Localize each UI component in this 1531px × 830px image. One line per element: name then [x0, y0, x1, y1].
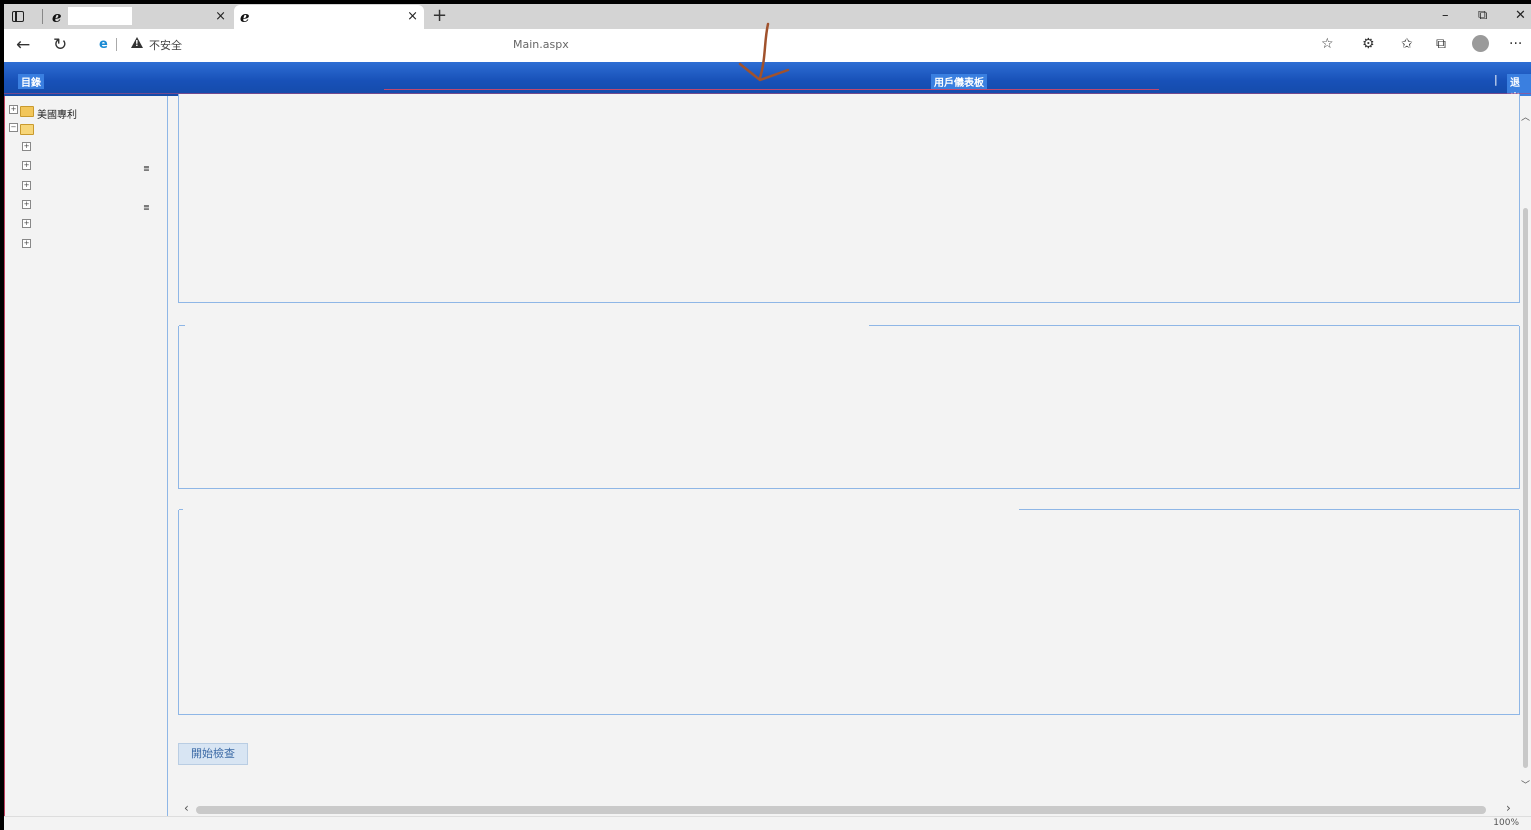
start-check-button[interactable]: 開始檢查	[178, 743, 248, 765]
tree-collapse-icon[interactable]: −	[9, 123, 18, 132]
profile-avatar[interactable]	[1472, 35, 1489, 52]
url-text: Main.aspx	[513, 38, 569, 51]
tree-item-us-patents[interactable]: 美國專利	[37, 106, 77, 121]
horizontal-scrollbar[interactable]: ‹ ›	[168, 801, 1520, 816]
favorites-icon[interactable]: ✩	[1401, 36, 1413, 52]
header-separator: |	[1494, 73, 1498, 86]
restore-button[interactable]: ⧉	[1478, 8, 1487, 23]
tab-close-icon[interactable]: ×	[407, 9, 418, 24]
collections-icon[interactable]: ⧉	[1436, 36, 1446, 52]
browser-tab-2-active[interactable]: e ×	[234, 5, 424, 29]
user-dashboard-link[interactable]: 用戶儀表板	[931, 74, 987, 89]
folder-icon	[20, 106, 34, 117]
tab-title-redacted	[68, 7, 132, 25]
catalog-tab[interactable]: 目錄	[18, 74, 44, 89]
refresh-icon[interactable]: ↻	[53, 35, 67, 55]
security-label: 不安全	[149, 39, 182, 52]
ie-icon: e	[240, 8, 250, 26]
panel-border	[869, 325, 1519, 326]
ie-mode-icon: e	[99, 37, 108, 52]
minimize-button[interactable]: –	[1442, 8, 1449, 23]
warning-icon	[131, 37, 143, 48]
tree-expand-icon[interactable]: +	[22, 142, 31, 151]
list-icon: ≣	[143, 164, 150, 173]
folder-open-icon	[20, 124, 34, 135]
input-panel-3[interactable]	[178, 509, 1520, 715]
browser-tab-1[interactable]: e ×	[46, 5, 232, 29]
tree-expand-icon[interactable]: +	[22, 239, 31, 248]
tree-expand-icon[interactable]: +	[22, 181, 31, 190]
url-field[interactable]: e 不安全 Main.aspx	[88, 33, 1350, 57]
tab-close-icon[interactable]: ×	[215, 9, 226, 24]
main-content: 開始檢查	[168, 94, 1520, 802]
list-icon: ≣	[143, 203, 150, 212]
new-tab-button[interactable]: +	[432, 5, 447, 26]
scroll-down-icon[interactable]: ﹀	[1521, 778, 1530, 791]
browser-window: e × e × + – ⧉ ✕ ← ↻ e 不安全 Main.aspx ☆ ⚙ …	[4, 4, 1531, 830]
tree-expand-icon[interactable]: +	[22, 219, 31, 228]
input-panel-2[interactable]	[178, 325, 1520, 489]
annotation-arrow	[738, 22, 790, 82]
status-bar: 100%	[4, 816, 1531, 830]
panel-border	[179, 509, 183, 510]
url-redacted	[188, 35, 508, 53]
panel-border	[179, 325, 185, 326]
scroll-thumb[interactable]	[196, 806, 1486, 814]
favorite-add-icon[interactable]: ☆	[1321, 36, 1334, 52]
scroll-right-icon[interactable]: ›	[1506, 801, 1511, 815]
zoom-level[interactable]: 100%	[1493, 818, 1519, 828]
url-divider	[116, 38, 117, 51]
tab-title-redacted	[256, 7, 320, 25]
tree-expand-icon[interactable]: +	[22, 200, 31, 209]
scroll-up-icon[interactable]: ︿	[1521, 110, 1530, 123]
back-arrow-icon[interactable]: ←	[16, 35, 30, 55]
tab-actions-icon[interactable]	[12, 9, 28, 23]
panel-border	[1019, 509, 1519, 510]
more-menu-icon[interactable]: ···	[1509, 36, 1522, 52]
extensions-icon[interactable]: ⚙	[1362, 36, 1375, 52]
tree-pane: + 美國專利 − + + + + + + ≣ ≣	[4, 96, 168, 830]
scroll-left-icon[interactable]: ‹	[184, 801, 189, 815]
scroll-thumb[interactable]	[1523, 208, 1528, 768]
close-window-button[interactable]: ✕	[1515, 8, 1526, 23]
input-panel-1[interactable]	[178, 94, 1520, 303]
vertical-scrollbar[interactable]: ︿ ﹀	[1520, 96, 1531, 802]
tree-expand-icon[interactable]: +	[22, 161, 31, 170]
annotation-underline	[384, 89, 1159, 90]
annotation-border	[4, 96, 5, 830]
tree-expand-icon[interactable]: +	[9, 105, 18, 114]
ie-icon: e	[52, 8, 62, 26]
tab-separator	[42, 9, 43, 24]
